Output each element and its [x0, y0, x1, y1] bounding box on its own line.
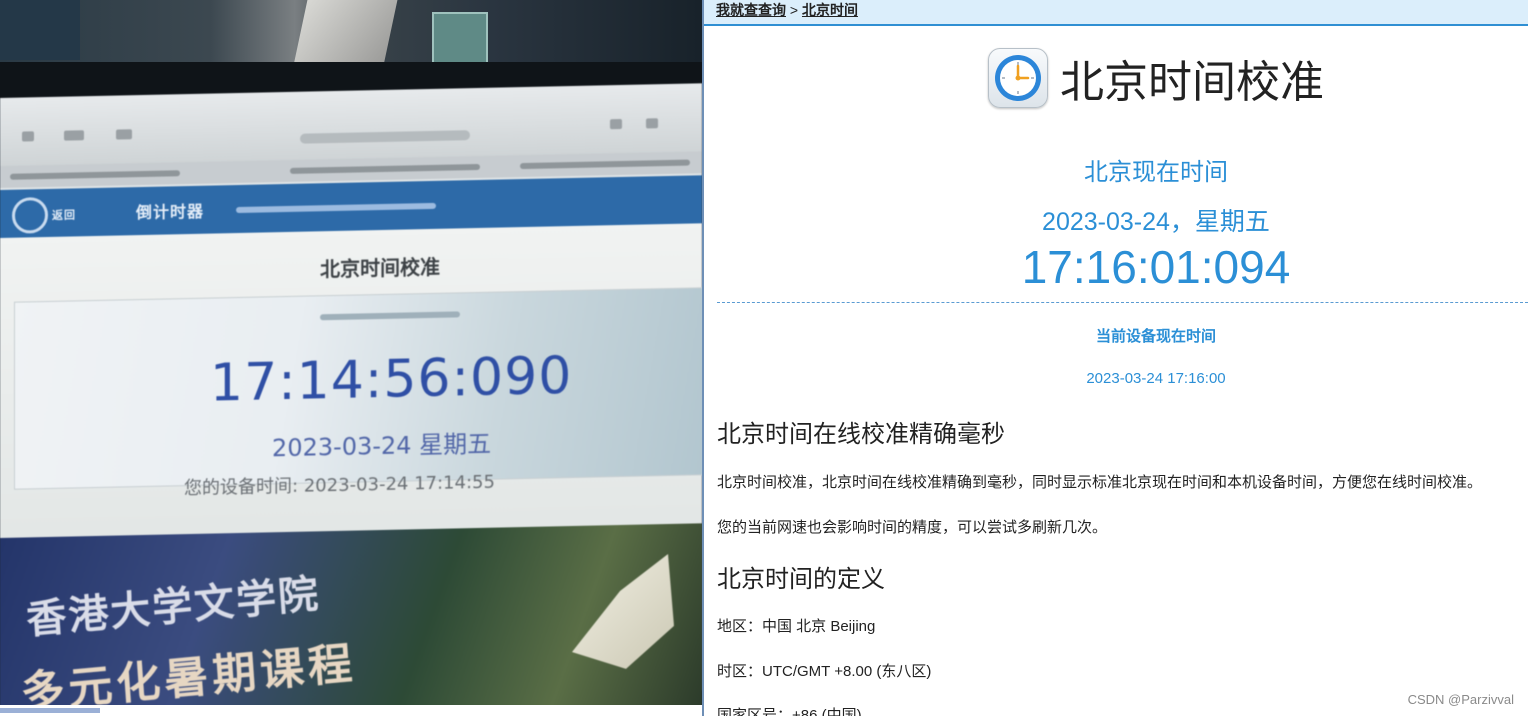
breadcrumb-current-link[interactable]: 北京时间 [802, 2, 858, 18]
device-time-label: 当前设备现在时间 [1095, 328, 1216, 345]
photo-clock-time: 17:14:56:090 [210, 346, 573, 414]
section-title-definition: 北京时间的定义 [717, 566, 885, 593]
region-info: 地区：中国 北京 Beijing [717, 618, 876, 635]
timezone-info: 时区：UTC/GMT +8.00 (东八区) [717, 663, 932, 680]
book-image [560, 554, 680, 677]
device-time-value: 2023-03-24 17:16:00 [1086, 370, 1226, 387]
photo-page-title: 北京时间校准 [320, 254, 440, 282]
monitor-photo: 返回 倒计时器 北京时间校准 17:14:56:090 2023-03-24 星… [0, 0, 702, 705]
photo-nav-title: 倒计时器 [136, 201, 205, 223]
section-paragraph-2: 您的当前网速也会影响时间的精度，可以尝试多刷新几次。 [717, 519, 1108, 536]
country-code-info: 国家区号：+86 (中国) [717, 707, 862, 716]
page-title: 北京时间校准 [1060, 58, 1324, 107]
breadcrumb-separator: > [789, 2, 799, 18]
monitor-screen: 返回 倒计时器 北京时间校准 17:14:56:090 2023-03-24 星… [0, 83, 702, 705]
dashed-divider [717, 302, 1528, 303]
beijing-now-date: 2023-03-24，星期五 [1042, 208, 1270, 236]
page-heading: 北京时间校准 [988, 46, 1324, 110]
breadcrumb: 我就查查询 > 北京时间 [704, 0, 1528, 26]
time-webpage: 我就查查询 > 北京时间 北京时间校准 北京现在时间 2023-03-24，星期… [704, 0, 1528, 716]
csdn-watermark: CSDN @Parzivval [1407, 692, 1514, 707]
section-title-calibration: 北京时间在线校准精确毫秒 [717, 421, 1005, 448]
photo-clock-date: 2023-03-24 星期五 [272, 429, 492, 463]
photo-logo-icon [12, 196, 48, 234]
clock-icon [988, 48, 1048, 108]
beijing-now-label: 北京现在时间 [1084, 159, 1228, 186]
section-paragraph-1: 北京时间校准，北京时间在线校准精确到毫秒，同时显示标准北京现在时间和本机设备时间… [717, 474, 1483, 491]
breadcrumb-home-link[interactable]: 我就查查询 [716, 2, 786, 18]
beijing-now-time: 17:16:01:094 [1021, 241, 1291, 293]
